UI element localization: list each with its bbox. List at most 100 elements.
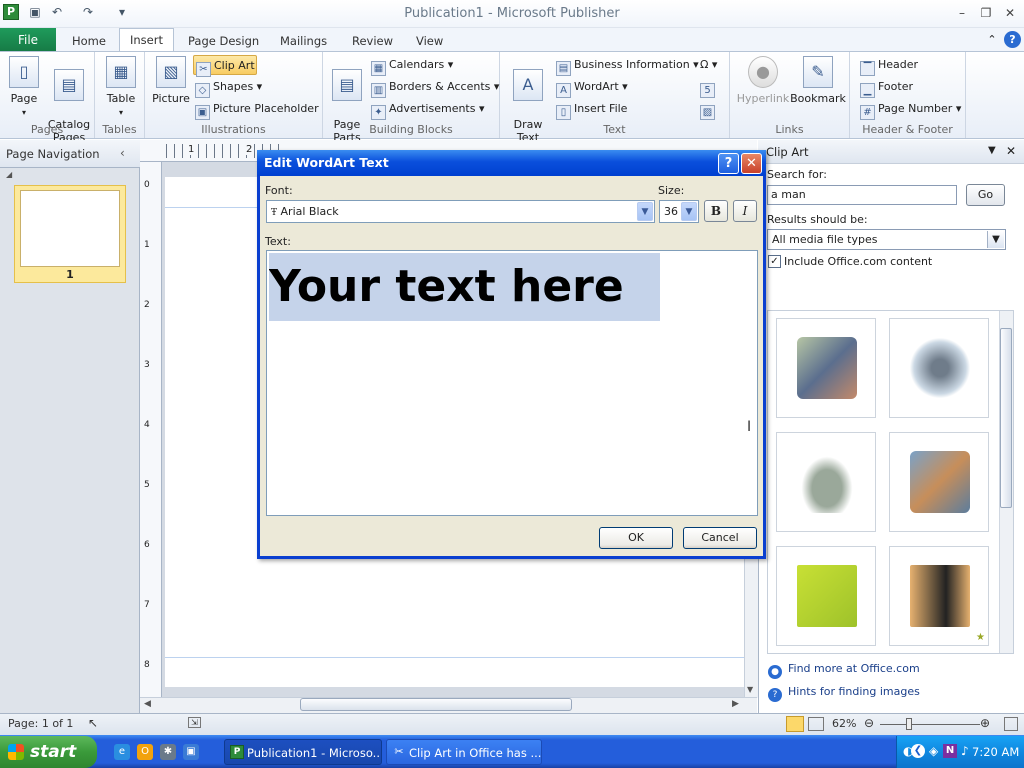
hyperlink-button[interactable]: ● Hyperlink: [736, 56, 790, 105]
zoom-level[interactable]: 62%: [832, 717, 856, 730]
task-clip-art[interactable]: ✂ Clip Art in Office has ...: [386, 739, 542, 765]
calendars-button[interactable]: ▦ Calendars ▾: [369, 55, 453, 76]
page-button[interactable]: ▯ Page ▾: [6, 56, 42, 119]
restore-icon[interactable]: ❐: [976, 4, 996, 22]
page-thumbnail-number: 1: [66, 268, 74, 281]
clip-art-button[interactable]: ✂ Clip Art: [193, 55, 257, 77]
clip-item-man-gears[interactable]: [889, 318, 989, 418]
vertical-ruler[interactable]: 0 1 2 3 4 5 6 7 8: [140, 162, 162, 698]
zoom-in-icon[interactable]: ⊕: [980, 716, 990, 730]
clip-art-title: Clip Art: [758, 140, 1024, 164]
ie-icon[interactable]: e: [114, 744, 130, 760]
close-icon[interactable]: ✕: [1000, 4, 1020, 22]
tray-expand-icon[interactable]: ❮: [911, 744, 925, 758]
system-tray: ◐ ❮ ◈ N ♪ 7:20 AM: [896, 736, 1024, 768]
clip-art-icon: ✂: [196, 62, 211, 77]
wordart-label: WordArt: [574, 80, 619, 93]
scroll-right-icon[interactable]: ▶: [732, 699, 739, 709]
dialog-close-button[interactable]: ✕: [741, 153, 762, 174]
tab-review[interactable]: Review: [342, 32, 403, 50]
object-button[interactable]: ▨: [698, 99, 718, 120]
clock[interactable]: 7:20 AM: [972, 745, 1019, 759]
go-button[interactable]: Go: [966, 184, 1005, 206]
bookmark-button[interactable]: ✎ Bookmark: [790, 56, 846, 105]
date-time-icon: 5: [700, 83, 715, 98]
ruler-mark: 8: [144, 660, 150, 670]
font-select[interactable]: Ŧ Arial Black ▼: [266, 200, 655, 223]
bold-button[interactable]: B: [704, 200, 728, 222]
date-time-button[interactable]: 5: [698, 77, 718, 98]
insert-file-icon: ▯: [556, 105, 571, 120]
clip-item-baseball-player[interactable]: [776, 432, 876, 532]
page-number-button[interactable]: # Page Number ▾: [858, 99, 961, 120]
business-information-button[interactable]: ▤ Business Information ▾: [554, 55, 699, 76]
minimize-icon[interactable]: –: [952, 4, 972, 22]
clip-item-men-gear[interactable]: [889, 546, 989, 646]
onenote-icon[interactable]: N: [943, 744, 957, 758]
include-office-label: Include Office.com content: [784, 255, 933, 268]
zoom-out-icon[interactable]: ⊖: [864, 716, 874, 730]
tab-page-design[interactable]: Page Design: [178, 32, 269, 50]
show-desktop-icon[interactable]: ▣: [183, 744, 199, 760]
include-office-checkbox[interactable]: ✓: [768, 255, 781, 268]
table-button[interactable]: ▦ Table ▾: [103, 56, 139, 119]
wordart-button[interactable]: A WordArt ▾: [554, 77, 628, 98]
find-more-label: Find more at Office.com: [788, 662, 920, 675]
volume-icon[interactable]: ♪: [961, 744, 969, 758]
find-more-link[interactable]: ● Find more at Office.com: [768, 660, 920, 679]
tab-insert[interactable]: Insert: [119, 28, 174, 52]
shapes-icon: ◇: [195, 83, 210, 98]
scroll-left-icon[interactable]: ◀: [144, 699, 151, 709]
cancel-button[interactable]: Cancel: [683, 527, 757, 549]
advertisements-button[interactable]: ✦ Advertisements ▾: [369, 99, 485, 120]
help-icon[interactable]: ?: [1004, 31, 1021, 48]
results-type-select[interactable]: All media file types: [767, 229, 1006, 250]
two-page-view-icon[interactable]: [808, 717, 824, 731]
fit-page-icon[interactable]: [1004, 717, 1018, 731]
help-circle-icon: ?: [768, 688, 782, 702]
single-page-view-icon[interactable]: [786, 716, 804, 732]
chevron-down-icon[interactable]: ▼: [987, 231, 1004, 248]
tab-home[interactable]: Home: [62, 32, 116, 50]
header-button[interactable]: ▔ Header: [858, 55, 918, 76]
tab-mailings[interactable]: Mailings: [270, 32, 337, 50]
task-publication[interactable]: P Publication1 - Microso...: [224, 739, 382, 765]
chevron-down-icon[interactable]: ▼: [681, 202, 697, 221]
clip-results-scroll-thumb[interactable]: [1000, 328, 1012, 508]
help-button[interactable]: ?: [718, 153, 739, 174]
horizontal-scroll-thumb[interactable]: [300, 698, 572, 711]
symbol-button[interactable]: Ω ▾: [698, 55, 717, 75]
minimize-ribbon-icon[interactable]: ⌃: [984, 32, 1000, 48]
zoom-slider-thumb[interactable]: [906, 718, 912, 730]
size-select[interactable]: 36 ▼: [659, 200, 699, 223]
scroll-down-icon[interactable]: ▼: [747, 685, 753, 694]
page-count[interactable]: Page: 1 of 1: [8, 717, 73, 730]
ok-button[interactable]: OK: [599, 527, 673, 549]
wordart-text-selection[interactable]: Your text here: [269, 253, 660, 321]
close-pane-icon[interactable]: ✕: [1006, 144, 1016, 158]
tab-file[interactable]: File: [0, 28, 56, 52]
group-label-tables: Tables: [102, 123, 137, 136]
zoom-slider[interactable]: [880, 724, 980, 725]
network-icon[interactable]: ◈: [929, 744, 938, 758]
clip-item-man-camera[interactable]: [776, 318, 876, 418]
hints-link[interactable]: ? Hints for finding images: [768, 683, 920, 702]
clip-item-business-meeting[interactable]: [889, 432, 989, 532]
picture-button[interactable]: ▧ Picture: [151, 56, 191, 105]
bookmark-icon: ✎: [803, 56, 833, 88]
clip-search-input[interactable]: a man: [767, 185, 957, 205]
footer-button[interactable]: ▁ Footer: [858, 77, 913, 98]
insert-file-button[interactable]: ▯ Insert File: [554, 99, 627, 120]
expand-triangle-icon[interactable]: ◢: [6, 170, 12, 179]
clip-item-man-computer[interactable]: [776, 546, 876, 646]
tab-view[interactable]: View: [406, 32, 453, 50]
italic-button[interactable]: I: [733, 200, 757, 222]
shapes-button[interactable]: ◇ Shapes ▾: [193, 77, 262, 98]
pane-options-icon[interactable]: ▼: [988, 145, 996, 156]
collapse-pane-icon[interactable]: ‹: [120, 146, 132, 160]
borders-accents-button[interactable]: ▥ Borders & Accents ▾: [369, 77, 499, 98]
picture-placeholder-button[interactable]: ▣ Picture Placeholder: [193, 99, 319, 120]
outlook-icon[interactable]: O: [137, 744, 153, 760]
media-icon[interactable]: ✱: [160, 744, 176, 760]
chevron-down-icon[interactable]: ▼: [637, 202, 653, 221]
